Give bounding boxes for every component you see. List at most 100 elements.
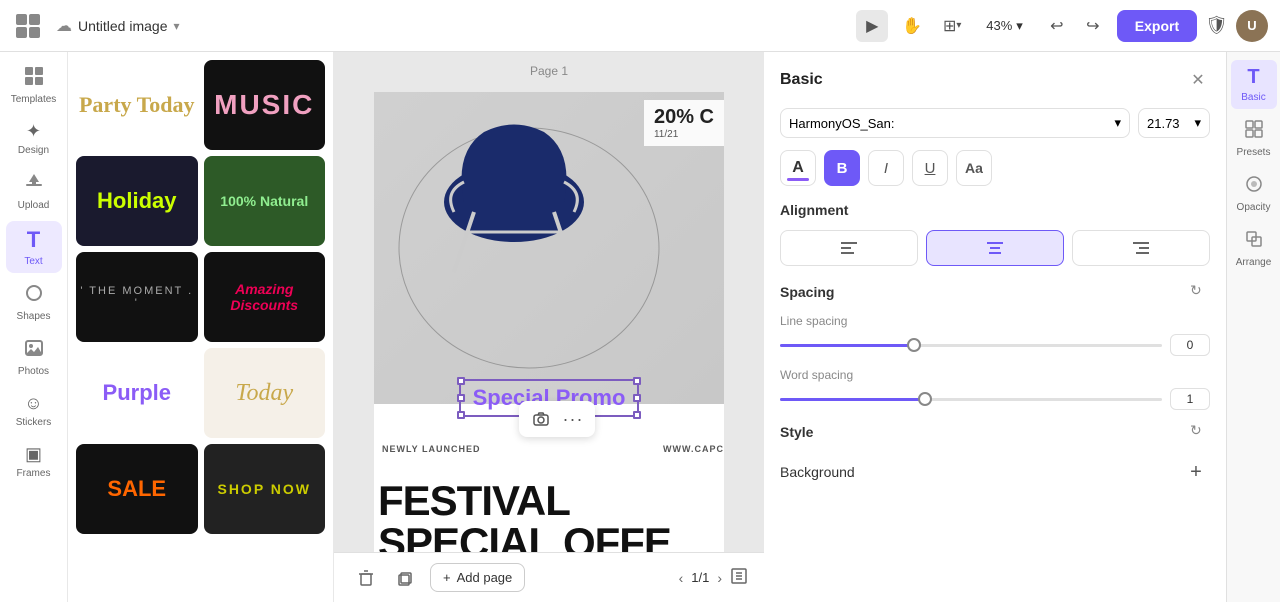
template-card-discounts[interactable]: Amazing Discounts [204,252,326,342]
presets-icon [1244,119,1264,144]
export-button[interactable]: Export [1117,10,1197,42]
style-refresh-button[interactable]: ↻ [1190,422,1210,442]
prev-page-button[interactable]: ‹ [679,570,684,586]
underline-button[interactable]: U [912,150,948,186]
sidebar-frames-label: Frames [17,468,51,479]
document-cloud-icon: ☁ [56,16,72,36]
right-strip-presets[interactable]: Presets [1231,113,1277,164]
spacing-refresh-button[interactable]: ↻ [1190,282,1210,302]
template-card-today[interactable]: Today [204,348,326,438]
expand-view-button[interactable] [730,567,748,588]
text-case-button[interactable]: Aa [956,150,992,186]
word-spacing-thumb[interactable] [918,392,932,406]
right-strip-basic-label: Basic [1241,92,1265,103]
line-spacing-row: Line spacing 0 [780,314,1210,356]
canvas-content[interactable]: 20% C 11/21 NEWLY LAUNCHED WWW.CAPC ··· [374,92,724,572]
template-card-shopnow[interactable]: SHOP NOW [204,444,326,534]
next-page-button[interactable]: › [717,570,722,586]
handle-bottom-right[interactable] [633,411,641,419]
line-spacing-fill [780,344,914,347]
sidebar-item-text[interactable]: T Text [6,221,62,273]
sidebar-item-photos[interactable]: Photos [6,332,62,383]
select-tool-button[interactable]: ▶ [856,10,888,42]
align-center-button[interactable] [926,230,1064,266]
handle-middle-right[interactable] [633,394,641,402]
font-size-chevron: ▾ [1194,115,1201,131]
add-background-button[interactable]: + [1182,458,1210,486]
template-card-natural[interactable]: 100% Natural [204,156,326,246]
photos-icon [24,338,44,363]
handle-middle-left[interactable] [457,394,465,402]
canvas-bottom-bar: + Add page ‹ 1/1 › [334,552,764,602]
line-spacing-thumb[interactable] [907,338,921,352]
sidebar-item-upload[interactable]: Upload [6,166,62,217]
right-strip: T Basic Presets Opacity Arrange [1226,52,1280,602]
word-spacing-track[interactable] [780,398,1162,401]
right-strip-opacity[interactable]: Opacity [1231,168,1277,219]
title-chevron-icon[interactable]: ▾ [174,19,180,33]
redo-button[interactable]: ↪ [1077,10,1109,42]
panel-close-button[interactable]: ✕ [1186,68,1210,92]
sidebar-text-label: Text [24,256,42,267]
align-right-button[interactable] [1072,230,1210,266]
zoom-button[interactable]: 43% ▾ [976,14,1033,38]
template-moment-text: ' THE MOMENT . ' [76,285,198,309]
upload-icon [24,172,44,197]
add-page-button[interactable]: + Add page [430,563,525,592]
duplicate-page-button[interactable] [390,562,422,594]
spacing-header: Spacing ↻ [780,282,1210,302]
float-more-button[interactable]: ··· [559,405,587,433]
app-logo[interactable] [12,10,44,42]
delete-page-button[interactable] [350,562,382,594]
document-title[interactable]: Untitled image [78,18,168,34]
template-card-purple[interactable]: Purple [76,348,198,438]
right-strip-arrange[interactable]: Arrange [1231,223,1277,274]
text-color-button[interactable]: A [780,150,816,186]
word-spacing-slider-row: 1 [780,388,1210,410]
user-avatar[interactable]: U [1236,10,1268,42]
handle-bottom-left[interactable] [457,411,465,419]
template-card-holiday[interactable]: Holiday [76,156,198,246]
template-card-party[interactable]: Party Today [76,60,198,150]
sidebar-item-design[interactable]: ✦ Design [6,115,62,162]
shield-icon[interactable]: 🛡 [1205,15,1228,36]
sidebar-item-stickers[interactable]: ☺ Stickers [6,387,62,434]
text-color-bar [787,178,809,181]
bold-button[interactable]: B [824,150,860,186]
sidebar-item-shapes[interactable]: Shapes [6,277,62,328]
add-page-icon: + [443,570,451,585]
font-size-select[interactable]: 21.73 ▾ [1138,108,1210,138]
word-spacing-value[interactable]: 1 [1170,388,1210,410]
template-shopnow-text: SHOP NOW [217,481,311,497]
template-card-sale[interactable]: SALE [76,444,198,534]
undo-button[interactable]: ↩ [1041,10,1073,42]
discount-badge: 20% C 11/21 [644,100,724,146]
sidebar-item-frames[interactable]: ▣ Frames [6,438,62,485]
right-strip-basic[interactable]: T Basic [1231,60,1277,109]
handle-top-right[interactable] [633,377,641,385]
line-spacing-value[interactable]: 0 [1170,334,1210,356]
avatar-initials: U [1247,18,1256,33]
frame-tool-button[interactable]: ⊞ ▾ [936,10,968,42]
hand-tool-button[interactable]: ✋ [896,10,928,42]
word-spacing-label: Word spacing [780,368,1210,382]
template-card-music[interactable]: MUSIC [204,60,326,150]
line-spacing-label: Line spacing [780,314,1210,328]
background-row: Background + [780,450,1210,494]
arrange-icon [1244,229,1264,254]
word-spacing-row: Word spacing 1 [780,368,1210,410]
italic-button[interactable]: I [868,150,904,186]
template-card-moment[interactable]: ' THE MOMENT . ' [76,252,198,342]
handle-top-left[interactable] [457,377,465,385]
sidebar-item-templates[interactable]: Templates [6,60,62,111]
sidebar-design-label: Design [18,145,49,156]
topbar-tools: ▶ ✋ ⊞ ▾ 43% ▾ ↩ ↪ Export 🛡 U [856,10,1268,42]
line-spacing-track[interactable] [780,344,1162,347]
float-camera-button[interactable] [527,405,555,433]
font-family-select[interactable]: HarmonyOS_San: ▾ [780,108,1130,138]
template-party-text: Party Today [79,92,195,118]
canvas-area[interactable]: Page 1 [334,52,764,602]
align-left-button[interactable] [780,230,918,266]
template-music-text: MUSIC [214,89,314,121]
template-purple-text: Purple [103,380,171,406]
